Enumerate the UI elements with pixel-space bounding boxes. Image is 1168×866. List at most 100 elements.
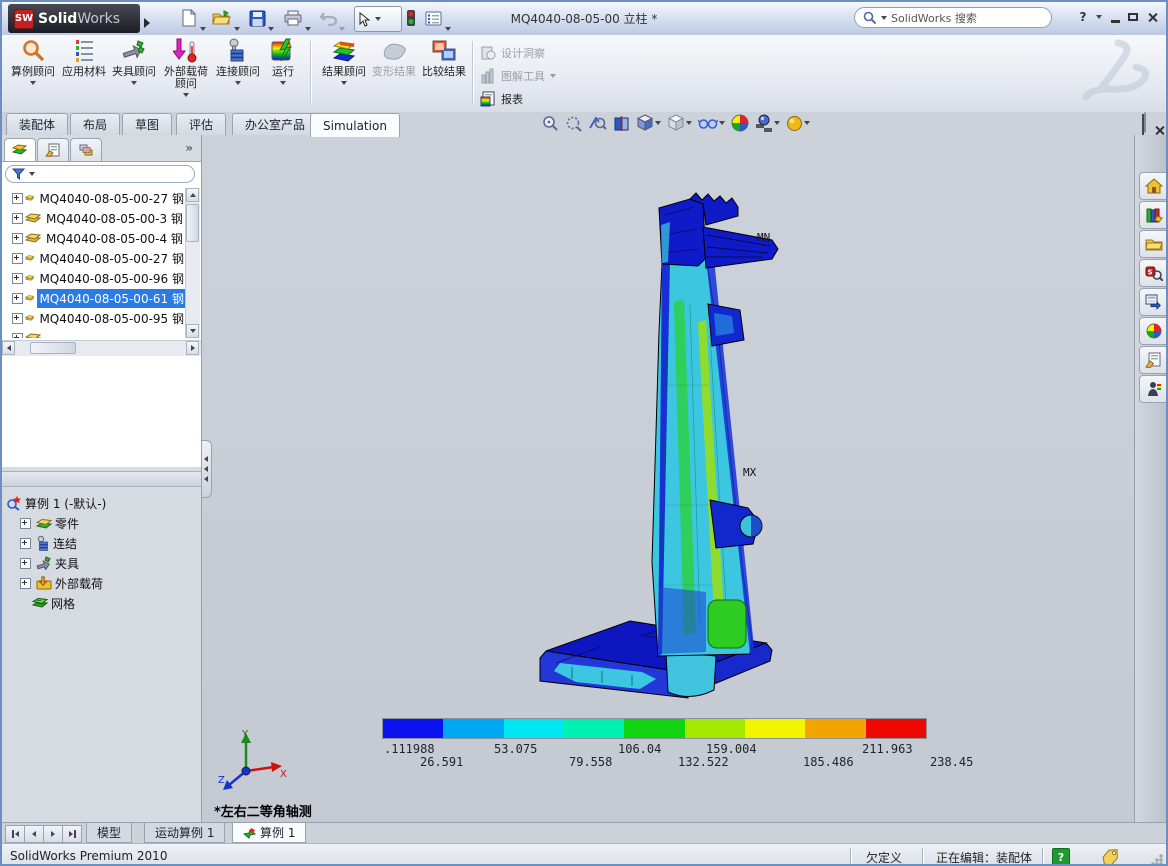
scroll-up-button[interactable] xyxy=(186,188,199,202)
tree-row[interactable]: MQ4040-08-05-00-96 钢 xyxy=(2,268,186,288)
view-palette-button[interactable] xyxy=(1139,288,1168,316)
tree-row[interactable]: MQ4040-08-05-00-3 钢 xyxy=(2,208,186,228)
expand-icon[interactable] xyxy=(12,273,23,284)
minimize-button[interactable] xyxy=(1106,9,1124,25)
connections-advisor-button[interactable]: 连接顾问 xyxy=(214,38,262,108)
menu-expand-icon[interactable] xyxy=(144,13,150,32)
tab-sketch[interactable]: 草图 xyxy=(122,113,172,135)
open-dropdown-icon[interactable] xyxy=(234,16,240,35)
view-orientation-button[interactable] xyxy=(636,114,661,132)
study-advisor-button[interactable]: 算例顾问 xyxy=(8,38,58,108)
scroll-left-button[interactable] xyxy=(2,341,15,355)
panel-splitter[interactable] xyxy=(2,471,201,487)
document-recovery-button[interactable] xyxy=(1139,375,1168,403)
study-item-parts[interactable]: 零件 xyxy=(6,513,200,533)
study-item-connections[interactable]: 连结 xyxy=(6,533,200,553)
scroll-down-button[interactable] xyxy=(186,324,199,338)
edit-appearance-button[interactable] xyxy=(731,114,749,132)
maximize-button[interactable] xyxy=(1124,9,1142,25)
zoom-fit-button[interactable] xyxy=(542,115,559,132)
model-tab[interactable]: 模型 xyxy=(86,823,132,843)
select-dropdown-icon[interactable] xyxy=(375,17,381,21)
view-settings-dropdown-icon[interactable] xyxy=(804,121,810,125)
tree-row[interactable]: MQ4040-08-05-00-27 钢 xyxy=(2,188,186,208)
previous-study-button[interactable] xyxy=(24,825,44,843)
custom-properties-button[interactable] xyxy=(1139,346,1168,374)
tree-horizontal-scrollbar[interactable] xyxy=(2,340,201,356)
options-dropdown-icon[interactable] xyxy=(445,16,451,35)
tree-vertical-scrollbar[interactable] xyxy=(185,188,200,338)
resize-grip[interactable] xyxy=(1151,854,1163,866)
apply-scene-dropdown-icon[interactable] xyxy=(774,121,780,125)
search-scope-dropdown-icon[interactable] xyxy=(881,16,887,20)
run-dropdown-icon[interactable] xyxy=(280,81,286,85)
close-button[interactable] xyxy=(1143,9,1161,25)
zoom-area-button[interactable] xyxy=(565,115,582,132)
design-library-button[interactable] xyxy=(1139,201,1168,229)
study-item-external-loads[interactable]: 外部载荷 xyxy=(6,573,200,593)
tab-simulation[interactable]: Simulation xyxy=(310,113,400,137)
tree-row[interactable]: MQ4040-08-05-00-4 钢 xyxy=(2,228,186,248)
external-loads-advisor-button[interactable]: 外部载荷顾问 xyxy=(160,38,212,108)
panel-overflow-button[interactable]: » xyxy=(185,141,193,155)
expand-icon[interactable] xyxy=(12,333,23,339)
open-button[interactable] xyxy=(210,7,232,29)
expand-icon[interactable] xyxy=(12,193,23,204)
tree-filter-input[interactable] xyxy=(5,165,195,183)
hide-show-items-button[interactable] xyxy=(698,116,725,130)
fixtures-advisor-dropdown-icon[interactable] xyxy=(131,81,137,85)
apply-material-button[interactable]: 应用材料 xyxy=(60,38,108,108)
external-loads-dropdown-icon[interactable] xyxy=(183,93,189,97)
last-study-button[interactable] xyxy=(62,825,82,843)
run-button[interactable]: 运行 xyxy=(264,38,302,108)
first-study-button[interactable] xyxy=(5,825,25,843)
study-item-mesh[interactable]: 网格 xyxy=(6,593,200,613)
graphics-viewport[interactable]: MN MX .111988 53.075 106.04 159.004 211.… xyxy=(202,135,1134,822)
report-button[interactable]: 报表 xyxy=(480,89,523,109)
new-dropdown-icon[interactable] xyxy=(200,16,206,35)
tab-office-products[interactable]: 办公室产品 xyxy=(232,113,318,135)
property-manager-tab[interactable] xyxy=(37,138,69,161)
connections-dropdown-icon[interactable] xyxy=(235,81,241,85)
view-orientation-dropdown-icon[interactable] xyxy=(655,121,661,125)
results-advisor-dropdown-icon[interactable] xyxy=(341,81,347,85)
print-button[interactable] xyxy=(282,7,304,29)
expand-icon[interactable] xyxy=(12,233,23,244)
tab-assembly[interactable]: 装配体 xyxy=(6,113,68,135)
expand-icon[interactable] xyxy=(20,578,31,589)
compare-results-button[interactable]: 比较结果 xyxy=(420,38,468,108)
options-button[interactable] xyxy=(422,7,444,29)
solidworks-search-button[interactable]: S xyxy=(1139,259,1168,287)
motion-study-tab[interactable]: 运动算例 1 xyxy=(144,823,225,843)
doc-restore-button[interactable] xyxy=(1142,115,1144,134)
quick-tips-button[interactable]: ? xyxy=(1052,848,1070,866)
study-root[interactable]: 算例 1 (-默认-) xyxy=(6,493,200,513)
expand-icon[interactable] xyxy=(12,213,23,224)
configuration-manager-tab[interactable] xyxy=(70,138,102,161)
display-style-button[interactable] xyxy=(667,114,692,132)
filter-dropdown-icon[interactable] xyxy=(29,172,35,176)
tree-row[interactable]: MQ4040-08-05-00-95 钢 xyxy=(2,308,186,328)
undo-button[interactable] xyxy=(318,7,340,29)
panel-collapse-handle[interactable] xyxy=(202,440,212,498)
hscroll-thumb[interactable] xyxy=(30,342,76,354)
expand-icon[interactable] xyxy=(20,538,31,549)
tree-row[interactable]: MQ4040-08-05-00-27 钢 xyxy=(2,248,186,268)
expand-icon[interactable] xyxy=(20,518,31,529)
section-view-button[interactable] xyxy=(613,115,630,132)
hide-show-dropdown-icon[interactable] xyxy=(719,121,725,125)
tree-row-selected[interactable]: MQ4040-08-05-00-61 钢 xyxy=(2,288,186,308)
print-dropdown-icon[interactable] xyxy=(305,16,311,35)
feature-manager-tab[interactable] xyxy=(4,138,36,161)
results-advisor-button[interactable]: 结果顾问 xyxy=(320,38,368,108)
study-item-fixtures[interactable]: 夹具 xyxy=(6,553,200,573)
scroll-thumb[interactable] xyxy=(186,204,199,242)
interference-detection-button[interactable] xyxy=(400,7,422,29)
tab-evaluate[interactable]: 评估 xyxy=(176,113,226,135)
save-button[interactable] xyxy=(246,7,268,29)
new-document-button[interactable] xyxy=(178,7,200,29)
scroll-right-button[interactable] xyxy=(186,341,199,355)
display-style-dropdown-icon[interactable] xyxy=(686,121,692,125)
file-explorer-button[interactable] xyxy=(1139,230,1168,258)
undo-dropdown-icon[interactable] xyxy=(339,16,345,35)
